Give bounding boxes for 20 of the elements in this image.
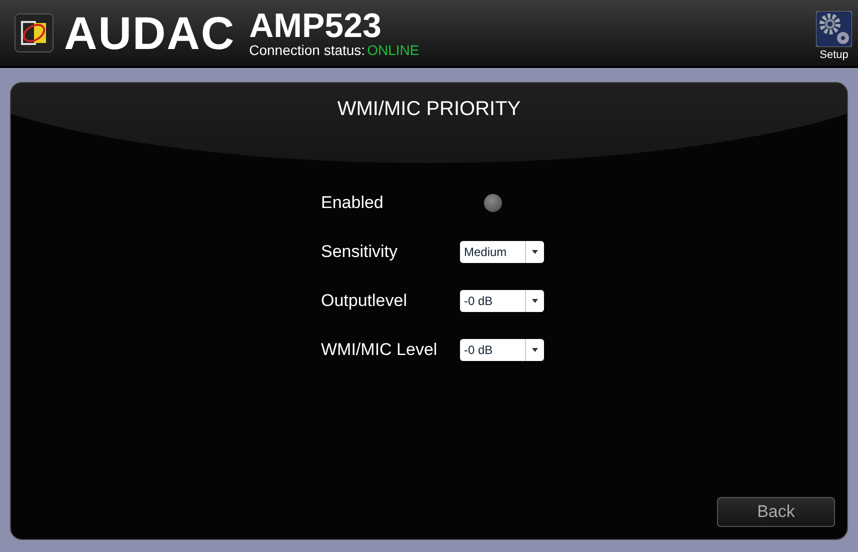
back-button[interactable]: Back <box>717 497 835 527</box>
model-name: AMP523 <box>249 9 382 43</box>
dropdown[interactable]: -0 dB <box>460 339 544 361</box>
setting-label: WMI/MIC Level <box>321 340 438 360</box>
dropdown[interactable]: Medium <box>460 241 544 263</box>
panel-title: WMI/MIC PRIORITY <box>336 98 522 121</box>
caret-icon <box>532 348 538 352</box>
status-value: ONLINE <box>367 43 420 57</box>
caret-icon <box>532 299 538 303</box>
dropdown[interactable]: -0 dB <box>460 290 544 312</box>
status-label: Connection status: <box>249 43 366 57</box>
setting-label: Enabled <box>321 193 384 213</box>
setup-button[interactable]: Setup <box>816 11 852 61</box>
logo-icon <box>14 13 54 53</box>
gear-icon <box>816 11 852 47</box>
setting-label: Outputlevel <box>321 291 408 311</box>
setting-label: Sensitivity <box>321 242 399 262</box>
brand-name: AUDAC <box>64 6 236 60</box>
caret-icon <box>532 250 538 254</box>
enabled-toggle[interactable] <box>484 194 502 212</box>
